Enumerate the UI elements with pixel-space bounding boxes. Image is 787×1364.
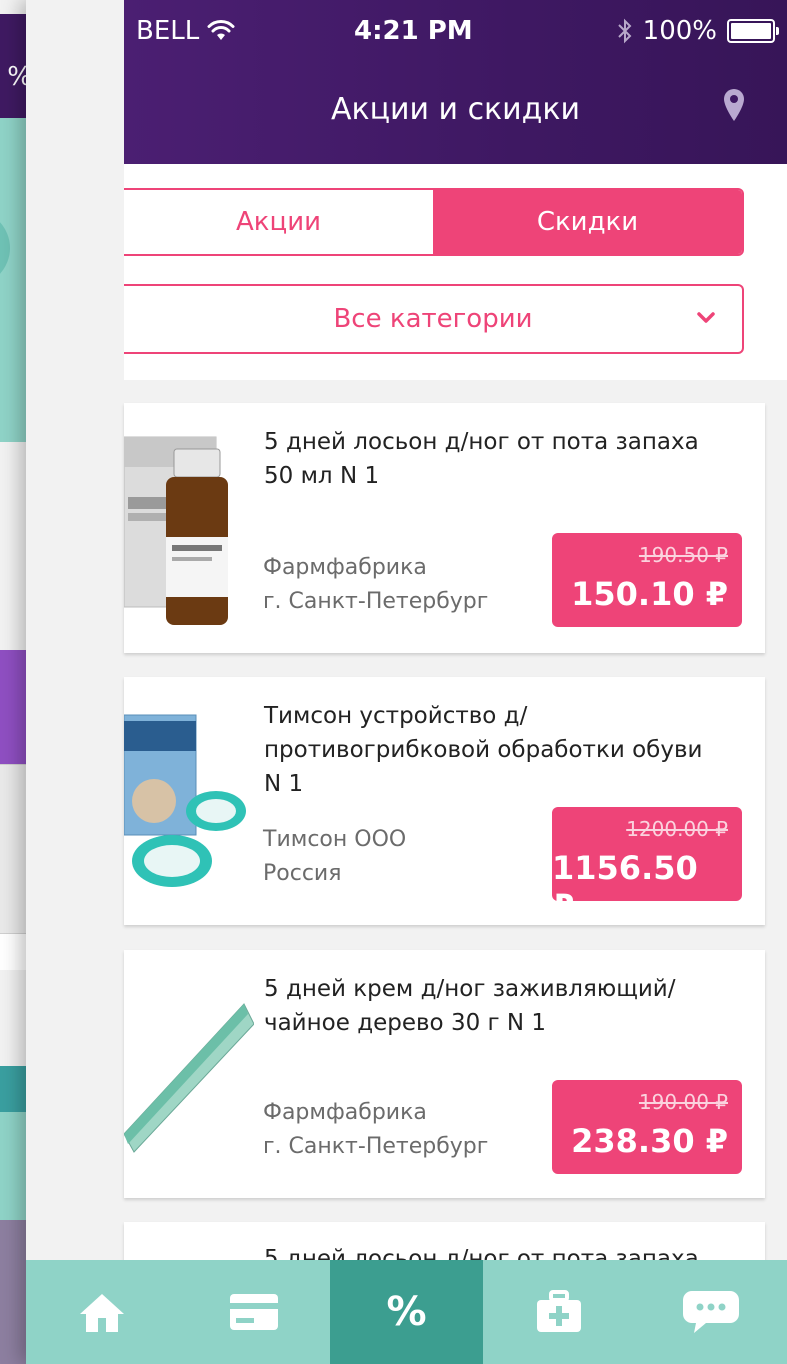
product-name: 5 дней лосьон д/ног от пота запаха 50 мл… bbox=[264, 429, 699, 489]
product-name: 5 дней крем д/ног заживляющий/ чайное де… bbox=[264, 976, 676, 1036]
price-badge: 190.50 ₽ 150.10 ₽ bbox=[552, 533, 742, 627]
home-icon bbox=[80, 1294, 125, 1332]
product-card[interactable]: 5 дней лосьон д/ног от пота запаха 50 мл… bbox=[124, 403, 765, 653]
product-image bbox=[124, 1003, 254, 1153]
bottom-tab-bar: % bbox=[26, 1260, 787, 1364]
card-icon bbox=[230, 1294, 279, 1330]
category-selected: Все категории bbox=[333, 304, 533, 334]
tab-card[interactable] bbox=[178, 1260, 330, 1364]
percent-icon: % bbox=[386, 1289, 427, 1335]
location-pin-icon[interactable] bbox=[723, 88, 745, 122]
tab-chat[interactable] bbox=[635, 1260, 787, 1364]
page-title: Акции и скидки bbox=[330, 92, 581, 127]
tab-pharmacy[interactable] bbox=[483, 1260, 635, 1364]
product-manufacturer: Тимсон ООО bbox=[263, 827, 407, 852]
product-card[interactable]: Тимсон устройство д/ противогрибковой об… bbox=[124, 677, 765, 925]
status-bar: BELL 4:21 PM 100% bbox=[124, 0, 787, 68]
price-badge: 1200.00 ₽ 1156.50 ₽ bbox=[552, 807, 742, 925]
next-arrow-button[interactable] bbox=[0, 210, 10, 286]
segmented-control: Акции Скидки bbox=[124, 188, 744, 256]
product-image bbox=[124, 714, 246, 887]
battery-percent: 100% bbox=[642, 16, 717, 46]
background-product-image bbox=[0, 764, 29, 934]
category-dropdown[interactable]: Все категории bbox=[124, 284, 744, 354]
product-origin: г. Санкт-Петербург bbox=[263, 589, 489, 614]
product-origin: Россия bbox=[263, 861, 342, 886]
wifi-icon bbox=[207, 20, 235, 40]
new-price: 150.10 ₽ bbox=[571, 575, 728, 613]
header: BELL 4:21 PM 100% Акции и скидки bbox=[124, 0, 787, 164]
product-card[interactable]: 5 дней крем д/ног заживляющий/ чайное де… bbox=[124, 950, 765, 1198]
first-aid-icon bbox=[536, 1290, 581, 1332]
chat-icon bbox=[682, 1291, 739, 1333]
carrier-indicator: BELL bbox=[136, 16, 235, 46]
battery-indicator: 100% bbox=[617, 16, 779, 46]
old-price: 190.50 ₽ bbox=[638, 543, 728, 567]
old-price: 190.00 ₽ bbox=[638, 1090, 728, 1114]
product-name: Тимсон устройство д/ противогрибковой об… bbox=[264, 703, 703, 797]
chevron-down-icon bbox=[697, 312, 715, 323]
bluetooth-icon bbox=[617, 18, 632, 44]
price-badge: 190.00 ₽ 238.30 ₽ bbox=[552, 1080, 742, 1174]
tab-promotions[interactable]: Акции bbox=[124, 190, 433, 254]
product-manufacturer: Фармфабрика bbox=[263, 555, 427, 580]
tab-discounts-nav[interactable]: % bbox=[330, 1260, 483, 1364]
filter-area: Акции Скидки Все категории bbox=[124, 164, 787, 380]
old-price: 1200.00 ₽ bbox=[626, 817, 728, 841]
tab-discounts[interactable]: Скидки bbox=[433, 190, 742, 254]
product-image bbox=[124, 436, 228, 625]
battery-icon bbox=[727, 19, 779, 43]
product-manufacturer: Фармфабрика bbox=[263, 1100, 427, 1125]
product-origin: г. Санкт-Петербург bbox=[263, 1134, 489, 1159]
new-price: 238.30 ₽ bbox=[571, 1122, 728, 1160]
clock: 4:21 PM bbox=[354, 16, 473, 46]
tab-home[interactable] bbox=[26, 1260, 178, 1364]
main-screen: BELL 4:21 PM 100% Акции и скидки Акции С… bbox=[26, 0, 787, 1364]
new-price: 1156.50 ₽ bbox=[552, 849, 698, 925]
carrier-name: BELL bbox=[136, 16, 200, 46]
